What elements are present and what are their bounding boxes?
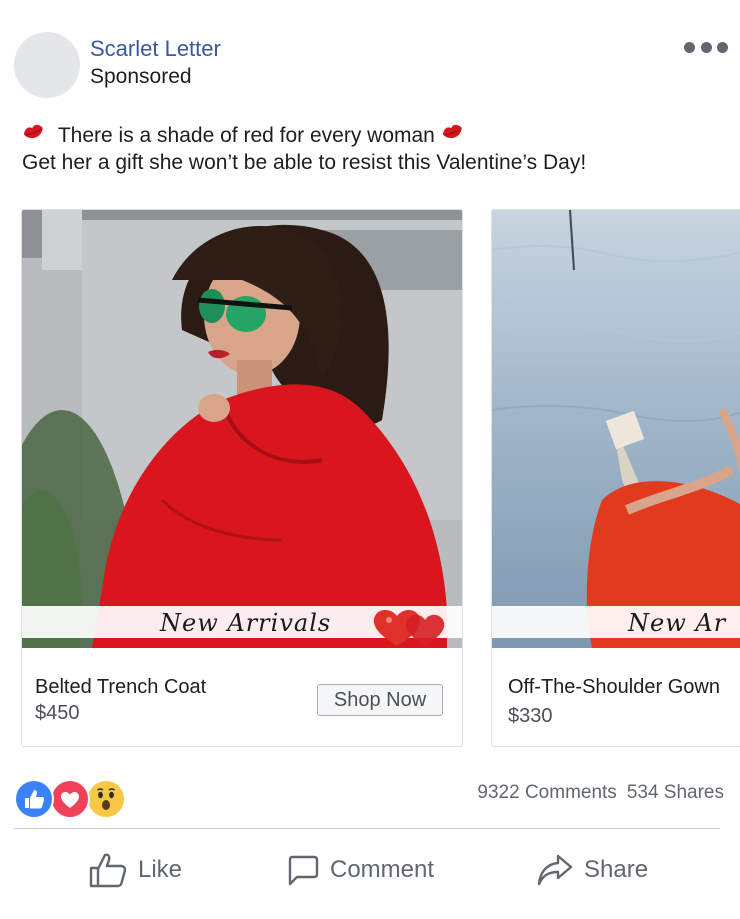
carousel-card-1[interactable]: New Arrivals Belted Trench Coat $450 Sho… — [21, 209, 463, 747]
love-icon[interactable] — [50, 779, 90, 819]
share-arrow-icon — [537, 854, 573, 886]
thumbs-up-icon — [89, 853, 127, 888]
caption-line-2: Get her a gift she won’t be able to resi… — [22, 151, 587, 174]
caption-text-1: There is a shade of red for every woman — [57, 124, 435, 147]
product-title[interactable]: Off-The-Shoulder Gown — [508, 676, 720, 699]
share-label: Share — [584, 856, 649, 883]
like-icon[interactable] — [14, 779, 54, 819]
comment-button[interactable]: Comment — [286, 848, 434, 892]
comment-label: Comment — [330, 856, 435, 883]
like-label: Like — [138, 856, 183, 883]
like-button[interactable]: Like — [88, 848, 182, 892]
product-price: $330 — [508, 705, 553, 727]
product-photo-trench-coat[interactable]: New Arrivals — [22, 210, 462, 648]
comment-bubble-icon — [288, 855, 319, 886]
sponsored-label: Sponsored — [90, 65, 192, 88]
carousel-card-2[interactable]: New Ar Off-The-Shoulder Gown $330 — [491, 209, 740, 747]
comments-count[interactable]: 9322 Comments — [477, 782, 616, 803]
shares-count[interactable]: 534 Shares — [627, 782, 724, 803]
banner-text: New Ar — [628, 609, 727, 637]
wow-icon[interactable] — [86, 779, 126, 819]
caption-line-1: There is a shade of red for every woman — [22, 122, 465, 149]
product-title[interactable]: Belted Trench Coat — [35, 676, 206, 699]
divider — [14, 828, 720, 829]
engagement-stats: 9322 Comments 534 Shares — [477, 782, 724, 804]
page-avatar[interactable] — [14, 32, 80, 98]
kiss-lips-icon — [23, 124, 43, 139]
shop-now-button[interactable]: Shop Now — [317, 684, 443, 716]
page-name-link[interactable]: Scarlet Letter — [90, 36, 221, 62]
product-photo-gown[interactable]: New Ar — [492, 210, 740, 648]
more-options-icon[interactable] — [684, 42, 728, 54]
share-button[interactable]: Share — [536, 848, 648, 892]
product-price: $450 — [35, 702, 80, 724]
hearts-icon — [373, 610, 445, 646]
kiss-lips-icon — [442, 124, 462, 139]
banner-text: New Arrivals — [160, 609, 332, 637]
